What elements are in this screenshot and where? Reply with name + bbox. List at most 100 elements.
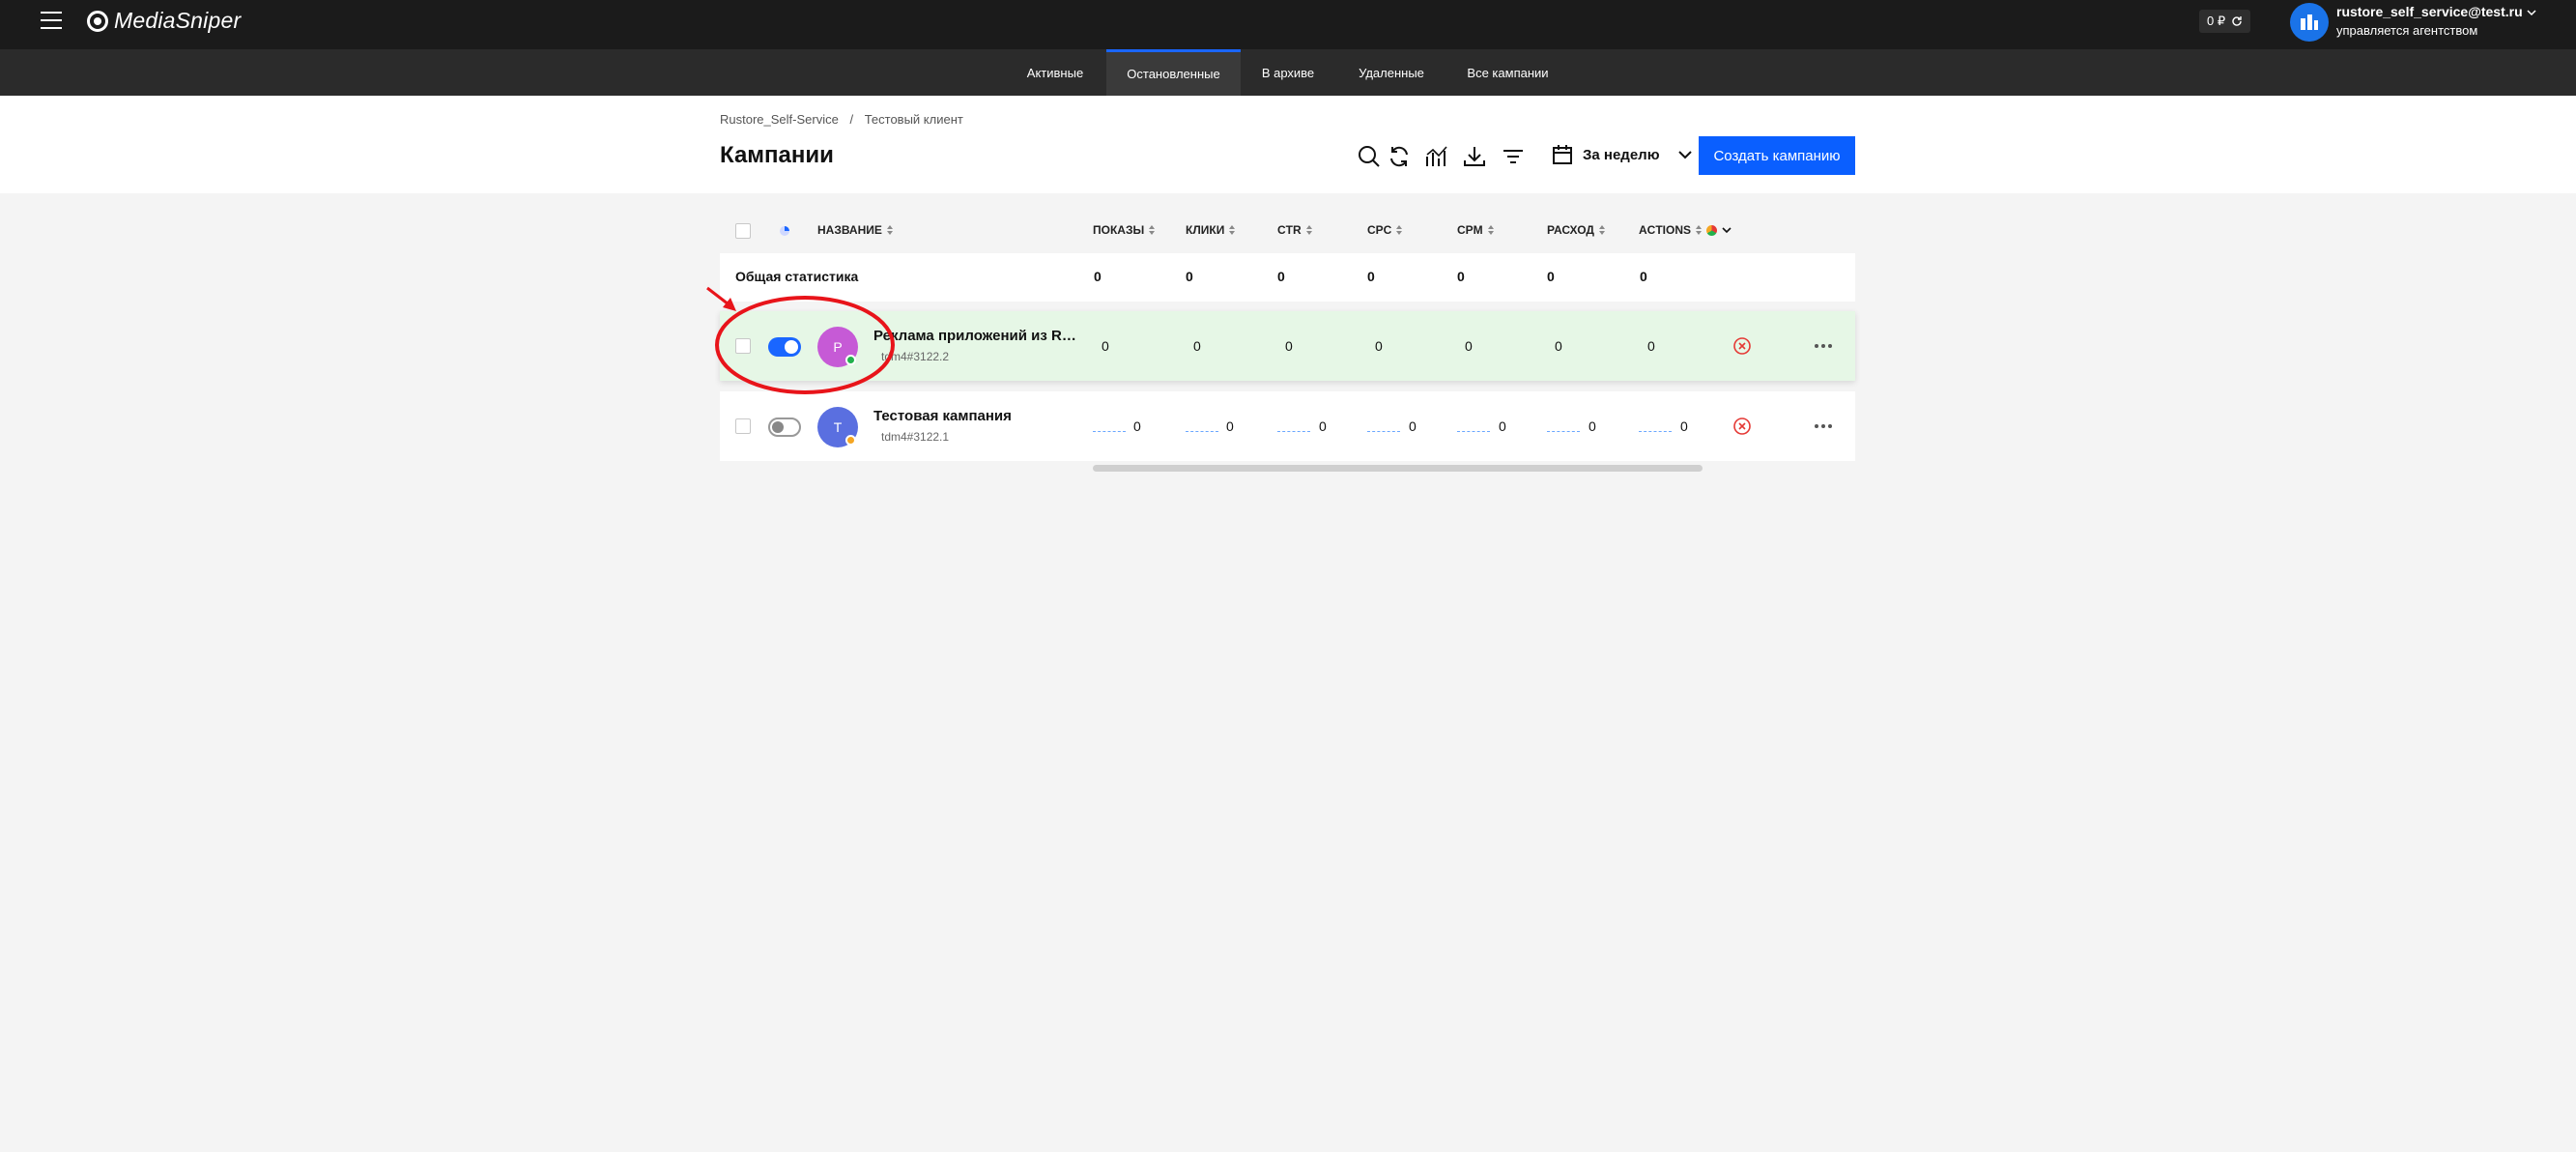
table-row[interactable]: P Реклама приложений из RuStore tdm4#312… [720,311,1855,381]
actions-value: 0 [1647,338,1655,354]
column-clicks[interactable]: КЛИКИ [1186,223,1236,237]
breadcrumb-current[interactable]: Тестовый клиент [865,112,963,127]
logo[interactable]: MediaSniper [87,8,241,34]
create-campaign-button[interactable]: Создать кампанию [1699,136,1855,175]
sort-icon [1598,225,1605,235]
logo-text: MediaSniper [114,8,242,33]
more-icon[interactable] [1812,415,1835,438]
breadcrumb-root[interactable]: Rustore_Self-Service [720,112,839,127]
campaign-id: tdm4#3122.1 [881,430,950,444]
calendar-icon [1553,145,1572,164]
breadcrumb: Rustore_Self-Service / Тестовый клиент [720,112,971,127]
status-tabs: Активные Остановленные В архиве Удаленны… [0,49,2576,96]
totals-ctr: 0 [1277,269,1285,284]
table-row[interactable]: T Тестовая кампания tdm4#3122.1 0 0 0 0 … [720,391,1855,461]
cpc-value: 0 [1375,338,1383,354]
ctr-value: 0 [1319,418,1327,434]
tab-all-campaigns[interactable]: Все кампании [1459,49,1557,96]
logo-icon [87,10,108,32]
totals-actions: 0 [1640,269,1647,284]
column-impressions[interactable]: ПОКАЗЫ [1093,223,1156,237]
sort-icon [1149,225,1156,235]
column-clicks-label: КЛИКИ [1186,223,1225,237]
column-spend[interactable]: РАСХОД [1547,223,1605,237]
page-title: Кампании [720,142,834,168]
tab-deleted[interactable]: Удаленные [1351,49,1432,96]
column-spend-label: РАСХОД [1547,223,1594,237]
campaign-name[interactable]: Тестовая кампания [873,408,1076,424]
download-icon[interactable] [1461,143,1488,170]
cpm-value: 0 [1465,338,1473,354]
page-header: Rustore_Self-Service / Тестовый клиент К… [0,96,2576,193]
select-all-checkbox[interactable] [735,223,751,239]
user-avatar[interactable] [2290,3,2329,42]
refresh-icon[interactable] [2231,15,2243,27]
actions-legend-icon [1706,224,1717,236]
campaign-toggle[interactable] [768,418,801,437]
campaign-name[interactable]: Реклама приложений из RuStore [873,328,1076,344]
cpm-value: 0 [1499,418,1506,434]
search-icon[interactable] [1356,143,1383,170]
clicks-value: 0 [1226,418,1234,434]
impressions-value: 0 [1133,418,1141,434]
row-checkbox[interactable] [735,338,751,354]
error-icon[interactable] [1732,336,1752,356]
column-actions[interactable]: ACTIONS [1639,223,1732,237]
balance-value: 0 ₽ [2207,14,2226,28]
totals-clicks: 0 [1186,269,1193,284]
column-name-label: НАЗВАНИЕ [817,223,882,237]
totals-label: Общая статистика [735,269,859,284]
filter-icon[interactable] [1500,143,1527,170]
sparkline [1277,431,1310,432]
chart-icon[interactable] [1423,143,1450,170]
status-dot [845,355,856,365]
sort-icon [1696,225,1702,235]
agency-icon [2301,14,2318,30]
more-icon[interactable] [1812,334,1835,358]
column-ctr[interactable]: CTR [1277,223,1312,237]
tab-stopped[interactable]: Остановленные [1106,49,1241,96]
sparkline [1639,431,1672,432]
column-cpc[interactable]: CPC [1367,223,1403,237]
tab-active[interactable]: Активные [1009,49,1102,96]
column-cpm-label: CPM [1457,223,1483,237]
error-icon[interactable] [1732,417,1752,436]
period-label: За неделю [1583,146,1660,163]
cpc-value: 0 [1409,418,1417,434]
chevron-down-icon [1677,151,1692,159]
table-header: НАЗВАНИЕ ПОКАЗЫ КЛИКИ CTR CPC CPM РАСХОД… [720,215,1855,247]
sparkline [1457,431,1490,432]
sort-icon [886,225,893,235]
period-selector[interactable]: За неделю [1552,144,1693,165]
chevron-down-icon[interactable] [1722,226,1732,234]
column-name[interactable]: НАЗВАНИЕ [817,223,893,237]
row-checkbox[interactable] [735,418,751,434]
chevron-down-icon[interactable] [2527,9,2536,16]
refresh-icon[interactable] [1386,143,1413,170]
sort-icon [1396,225,1403,235]
sparkline [1186,431,1218,432]
user-email[interactable]: rustore_self_service@test.ru [2336,4,2536,19]
column-actions-label: ACTIONS [1639,223,1691,237]
ctr-value: 0 [1285,338,1293,354]
menu-icon[interactable] [41,12,62,31]
campaign-toggle[interactable] [768,337,801,357]
tab-archive[interactable]: В архиве [1248,49,1328,96]
totals-spend: 0 [1547,269,1555,284]
sort-icon [1305,225,1312,235]
sparkline [1547,431,1580,432]
sparkline [1093,431,1126,432]
sort-icon [1487,225,1494,235]
totals-row: Общая статистика 0 0 0 0 0 0 0 [720,253,1855,302]
column-cpc-label: CPC [1367,223,1392,237]
breadcrumb-separator: / [849,112,854,127]
balance-badge[interactable]: 0 ₽ [2199,10,2251,33]
clicks-value: 0 [1193,338,1201,354]
pie-chart-icon[interactable] [778,224,791,238]
campaign-id: tdm4#3122.2 [881,350,950,363]
sparkline [1367,431,1400,432]
top-bar: MediaSniper 0 ₽ rustore_self_service@tes… [0,0,2576,49]
column-cpm[interactable]: CPM [1457,223,1494,237]
impressions-value: 0 [1102,338,1109,354]
horizontal-scrollbar[interactable] [1093,465,1703,472]
